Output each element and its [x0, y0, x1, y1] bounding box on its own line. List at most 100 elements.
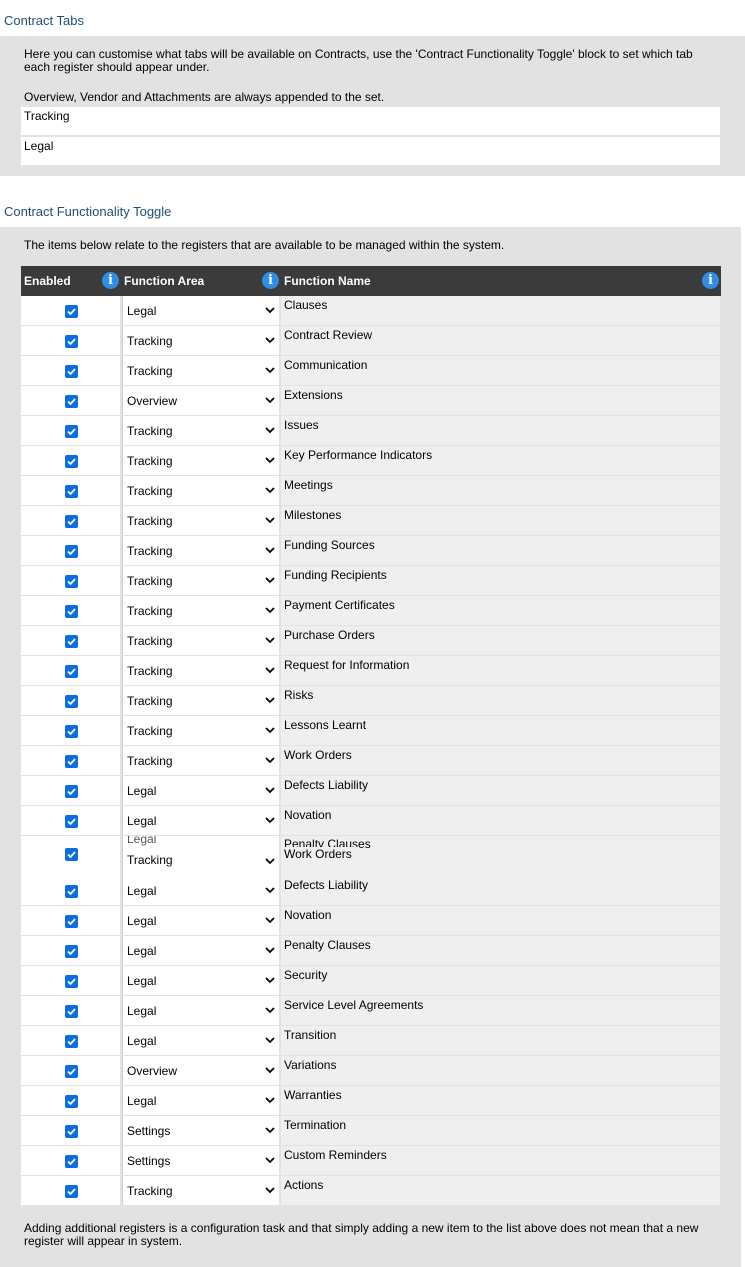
enabled-checkbox[interactable] [65, 1125, 78, 1138]
contract-tabs-note: Overview, Vendor and Attachments are alw… [24, 90, 385, 104]
function-name-info-icon[interactable]: i [702, 272, 719, 289]
tab-entry-legal[interactable]: Legal [21, 137, 720, 165]
function-area-select[interactable]: Legal [122, 996, 279, 1025]
function-name: Defects Liability [284, 778, 369, 792]
function-area-select[interactable]: Settings [122, 1116, 279, 1145]
enabled-checkbox[interactable] [65, 605, 78, 618]
function-name-cell: Funding Sources [281, 536, 720, 565]
enabled-checkbox[interactable] [65, 1035, 78, 1048]
enabled-checkbox[interactable] [65, 1155, 78, 1168]
chevron-down-icon [265, 977, 275, 984]
enabled-cell [21, 776, 120, 805]
enabled-checkbox[interactable] [65, 665, 78, 678]
enabled-checkbox[interactable] [65, 975, 78, 988]
enabled-checkbox[interactable] [65, 1185, 78, 1198]
function-name: Risks [284, 688, 314, 702]
function-area-select[interactable]: Legal [122, 1026, 279, 1055]
function-area-select[interactable]: Overview [122, 386, 279, 415]
enabled-checkbox[interactable] [65, 945, 78, 958]
function-area-select[interactable]: Tracking [122, 596, 279, 625]
function-name: Service Level Agreements [284, 998, 424, 1012]
enabled-checkbox[interactable] [65, 755, 78, 768]
function-area-select[interactable]: Tracking [122, 716, 279, 745]
table-row: Legal Novation [21, 806, 720, 835]
enabled-cell [21, 966, 120, 995]
table-row: Tracking Risks [21, 686, 720, 715]
enabled-checkbox[interactable] [65, 455, 78, 468]
function-name: Penalty Clauses [284, 938, 371, 952]
function-area-select[interactable]: Tracking [122, 506, 279, 535]
enabled-checkbox[interactable] [65, 1005, 78, 1018]
tab-entry-tracking[interactable]: Tracking [21, 107, 720, 135]
function-name-cell: Service Level Agreements [281, 996, 720, 1025]
enabled-info-icon[interactable]: i [102, 272, 119, 289]
function-name-cell: Request for Information [281, 656, 720, 685]
function-area-select[interactable]: Legal Tracking [122, 836, 279, 876]
function-area-select[interactable]: Legal [122, 966, 279, 995]
table-row: Tracking Purchase Orders [21, 626, 720, 655]
function-area-select[interactable]: Tracking [122, 356, 279, 385]
function-area-select[interactable]: Tracking [122, 1176, 279, 1205]
enabled-checkbox[interactable] [65, 885, 78, 898]
function-area-select[interactable]: Legal [122, 1086, 279, 1115]
chevron-down-icon [265, 1187, 275, 1194]
function-area-value: Legal [127, 884, 157, 898]
function-name-cell: Security [281, 966, 720, 995]
enabled-checkbox[interactable] [65, 635, 78, 648]
function-area-info-icon[interactable]: i [262, 272, 279, 289]
enabled-checkbox[interactable] [65, 785, 78, 798]
function-area-select[interactable]: Tracking [122, 326, 279, 355]
function-area-select[interactable]: Legal [122, 296, 279, 325]
function-area-select[interactable]: Legal [122, 806, 279, 835]
enabled-checkbox[interactable] [65, 365, 78, 378]
function-area-select[interactable]: Tracking [122, 626, 279, 655]
function-name: Custom Reminders [284, 1148, 387, 1162]
function-area-select[interactable]: Legal [122, 936, 279, 965]
enabled-checkbox[interactable] [65, 1065, 78, 1078]
function-area-select[interactable]: Tracking [122, 746, 279, 775]
enabled-checkbox[interactable] [65, 915, 78, 928]
function-name-cell: Meetings [281, 476, 720, 505]
enabled-checkbox[interactable] [65, 425, 78, 438]
function-area-select[interactable]: Tracking [122, 446, 279, 475]
function-area-value: Tracking [127, 454, 173, 468]
function-area-select[interactable]: Legal [122, 876, 279, 905]
function-area-select[interactable]: Tracking [122, 416, 279, 445]
function-name-cell: Novation [281, 806, 720, 835]
enabled-checkbox[interactable] [65, 725, 78, 738]
function-area-select[interactable]: Tracking [122, 566, 279, 595]
enabled-checkbox[interactable] [65, 395, 78, 408]
function-area-select[interactable]: Tracking [122, 476, 279, 505]
function-area-value: Legal [127, 974, 157, 988]
enabled-checkbox[interactable] [65, 1095, 78, 1108]
function-area-value: Tracking [127, 724, 173, 738]
enabled-checkbox[interactable] [65, 695, 78, 708]
function-name-cell: Purchase Orders [281, 626, 720, 655]
enabled-cell [21, 596, 120, 625]
column-header-enabled: Enabled [24, 274, 71, 288]
function-area-select[interactable]: Overview [122, 1056, 279, 1085]
function-area-select[interactable]: Legal [122, 906, 279, 935]
function-name: Purchase Orders [284, 628, 375, 642]
function-area-select[interactable]: Legal [122, 776, 279, 805]
enabled-cell [21, 686, 120, 715]
enabled-checkbox[interactable] [65, 335, 78, 348]
enabled-checkbox[interactable] [65, 575, 78, 588]
enabled-checkbox[interactable] [65, 545, 78, 558]
enabled-checkbox[interactable] [65, 485, 78, 498]
function-name: Meetings [284, 478, 333, 492]
function-area-select[interactable]: Tracking [122, 686, 279, 715]
enabled-checkbox[interactable] [65, 305, 78, 318]
table-row: Settings Termination [21, 1116, 720, 1145]
table-row: Tracking Funding Recipients [21, 566, 720, 595]
enabled-checkbox[interactable] [65, 515, 78, 528]
chevron-down-icon [265, 727, 275, 734]
function-area-value: Legal [127, 944, 157, 958]
function-area-select[interactable]: Tracking [122, 656, 279, 685]
function-area-select[interactable]: Tracking [122, 536, 279, 565]
enabled-checkbox[interactable] [65, 848, 78, 861]
table-row: Tracking Actions [21, 1176, 720, 1205]
function-area-value: Legal [127, 814, 157, 828]
function-area-select[interactable]: Settings [122, 1146, 279, 1175]
enabled-checkbox[interactable] [65, 815, 78, 828]
